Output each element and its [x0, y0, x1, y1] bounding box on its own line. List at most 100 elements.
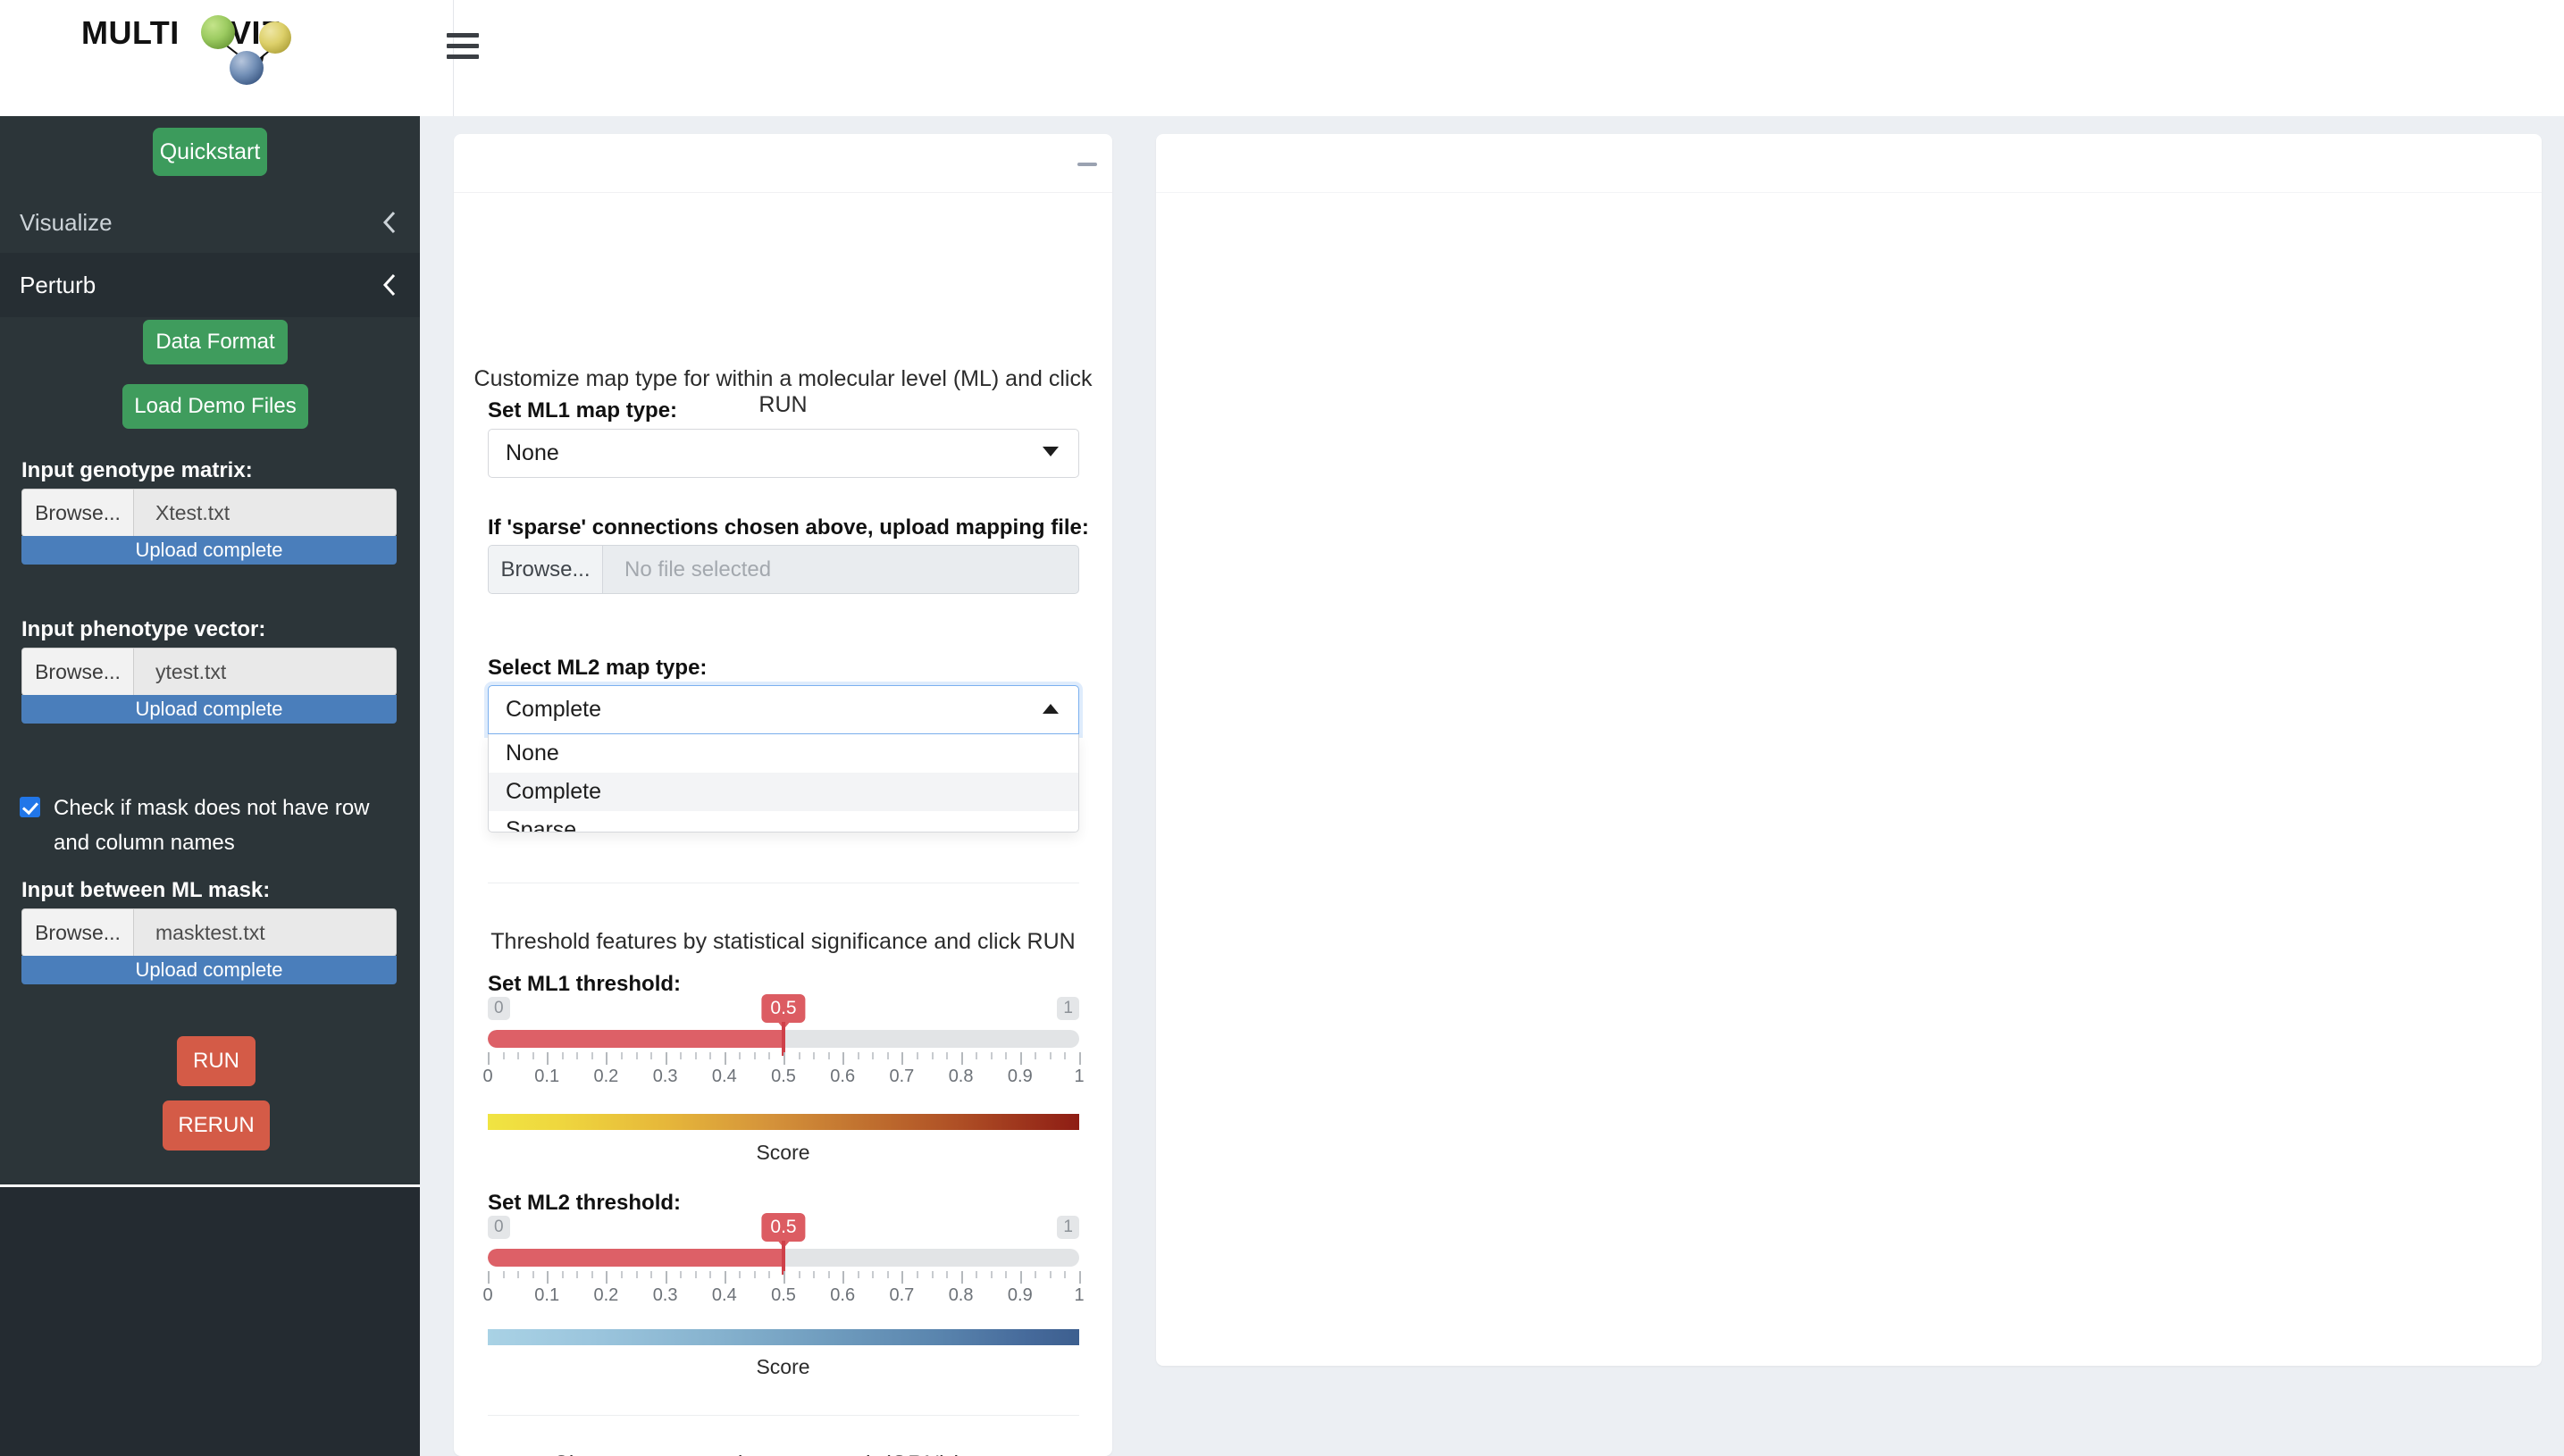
slider-tick [887, 1271, 889, 1278]
svg-text:MULTI: MULTI [81, 14, 180, 51]
slider-tick-label: 0.7 [889, 1067, 914, 1087]
minus-icon[interactable] [1077, 163, 1097, 166]
slider-tick [961, 1052, 963, 1065]
top-bar [420, 0, 2564, 116]
ml1-threshold-slider[interactable]: 0 1 0.5 00.10.20.30.40.50.60.70.80.91 [454, 997, 1112, 1104]
quickstart-button[interactable]: Quickstart [153, 128, 267, 176]
slider-tick [946, 1271, 948, 1278]
slider-tick [709, 1271, 711, 1278]
slider-tick [547, 1052, 549, 1065]
ml2-slider-handle[interactable] [782, 1241, 785, 1275]
multiviz-logo-icon: MULTI VIZ [67, 13, 353, 103]
genotype-browse-button[interactable]: Browse... [22, 490, 134, 536]
ml1-colorbar [488, 1114, 1079, 1130]
slider-tick [680, 1271, 682, 1278]
mask-browse-button[interactable]: Browse... [22, 909, 134, 956]
slider-tick-label: 0.4 [712, 1285, 737, 1306]
load-demo-files-button[interactable]: Load Demo Files [122, 384, 308, 429]
slider-tick [503, 1052, 505, 1059]
ml1-threshold-label: Set ML1 threshold: [488, 972, 681, 997]
slider-tick-label: 0.3 [653, 1067, 678, 1087]
slider-tick [666, 1271, 667, 1284]
mask-checkbox-label: Check if mask does not have row and colu… [54, 791, 404, 860]
slider-tick [695, 1052, 697, 1059]
slider-tick [872, 1052, 874, 1059]
ml2-threshold-label: Set ML2 threshold: [488, 1191, 681, 1216]
genotype-file-input[interactable]: Browse... Xtest.txt [21, 489, 397, 537]
phenotype-label: Input phenotype vector: [21, 617, 265, 642]
phenotype-upload-progress: Upload complete [21, 695, 397, 724]
sidebar-item-perturb[interactable]: Perturb [0, 253, 420, 317]
slider-tick [488, 1052, 490, 1065]
ml2-map-type-select[interactable]: Complete [488, 685, 1079, 734]
slider-tick [1079, 1271, 1081, 1284]
slider-tick-label: 0.6 [830, 1067, 855, 1087]
ml2-option-none[interactable]: None [489, 734, 1078, 773]
controls-panel: Customize map type for within a molecula… [454, 134, 1112, 1456]
slider-tick [488, 1271, 490, 1284]
slider-tick [783, 1271, 785, 1284]
slider-tick-label: 0 [482, 1285, 492, 1306]
ml2-threshold-slider[interactable]: 0 1 0.5 00.10.20.30.40.50.60.70.80.91 [454, 1216, 1112, 1323]
mapping-file-input[interactable]: Browse... No file selected [488, 545, 1079, 594]
slider-tick [976, 1052, 977, 1059]
mask-checkbox[interactable] [20, 797, 40, 817]
ml2-colorbar-caption: Score [454, 1355, 1112, 1379]
rerun-button[interactable]: RERUN [163, 1100, 270, 1151]
slider-tick [932, 1271, 934, 1278]
hamburger-icon[interactable] [447, 27, 490, 64]
slider-tick [1064, 1052, 1066, 1059]
slider-tick [636, 1052, 638, 1059]
slider-tick [858, 1052, 859, 1059]
slider-tick-label: 0.5 [771, 1285, 796, 1306]
sidebar-item-visualize[interactable]: Visualize [0, 190, 420, 255]
slider-tick [621, 1271, 623, 1278]
ml2-option-complete[interactable]: Complete [489, 773, 1078, 811]
slider-tick [725, 1271, 726, 1284]
genotype-label: Input genotype matrix: [21, 458, 253, 483]
data-format-button[interactable]: Data Format [143, 320, 288, 364]
slider-tick-label: 0.8 [949, 1067, 974, 1087]
ml2-map-type-value: Complete [489, 697, 601, 723]
slider-tick [739, 1271, 741, 1278]
slider-tick [695, 1271, 697, 1278]
mapping-file-label: If 'sparse' connections chosen above, up… [488, 515, 1089, 540]
slider-tick [680, 1052, 682, 1059]
ml2-option-sparse[interactable]: Sparse [489, 811, 1078, 833]
slider-tick [1079, 1052, 1081, 1065]
phenotype-file-input[interactable]: Browse... ytest.txt [21, 648, 397, 696]
ml1-slider-handle[interactable] [782, 1022, 785, 1056]
slider-tick [813, 1271, 815, 1278]
chevron-left-icon [382, 273, 397, 297]
sidebar-bottom-area [0, 1187, 420, 1456]
slider-tick-label: 0.1 [534, 1067, 559, 1087]
sidebar-item-visualize-label: Visualize [20, 209, 113, 237]
mask-checkbox-row[interactable]: Check if mask does not have row and colu… [20, 791, 404, 860]
slider-tick [1050, 1052, 1052, 1059]
run-button[interactable]: RUN [177, 1036, 256, 1086]
mask-file-input[interactable]: Browse... masktest.txt [21, 908, 397, 957]
slider-tick [576, 1052, 578, 1059]
mapping-file-browse-button[interactable]: Browse... [489, 546, 603, 593]
phenotype-browse-button[interactable]: Browse... [22, 649, 134, 695]
controls-panel-header [454, 134, 1112, 193]
slider-tick [636, 1271, 638, 1278]
slider-tick [917, 1271, 918, 1278]
slider-tick-label: 0 [482, 1067, 492, 1087]
sidebar-item-perturb-label: Perturb [20, 272, 96, 299]
ml2-slider-min-label: 0 [488, 1216, 510, 1239]
slider-tick [754, 1271, 756, 1278]
mapping-file-name: No file selected [603, 546, 1078, 593]
ml2-map-type-dropdown[interactable]: None Complete Sparse [488, 734, 1079, 833]
ml1-slider-value-bubble: 0.5 [761, 994, 805, 1023]
slider-tick [1064, 1271, 1066, 1278]
mask-label: Input between ML mask: [21, 878, 270, 903]
slider-tick [813, 1052, 815, 1059]
phenotype-file-name: ytest.txt [134, 649, 396, 695]
app-logo[interactable]: MULTI VIZ [67, 13, 353, 103]
ml1-map-type-select[interactable]: None [488, 429, 1079, 478]
ml1-slider-ticks [488, 1052, 1079, 1065]
slider-tick [872, 1271, 874, 1278]
genotype-file-name: Xtest.txt [134, 490, 396, 536]
ml1-slider-fill [488, 1030, 783, 1048]
